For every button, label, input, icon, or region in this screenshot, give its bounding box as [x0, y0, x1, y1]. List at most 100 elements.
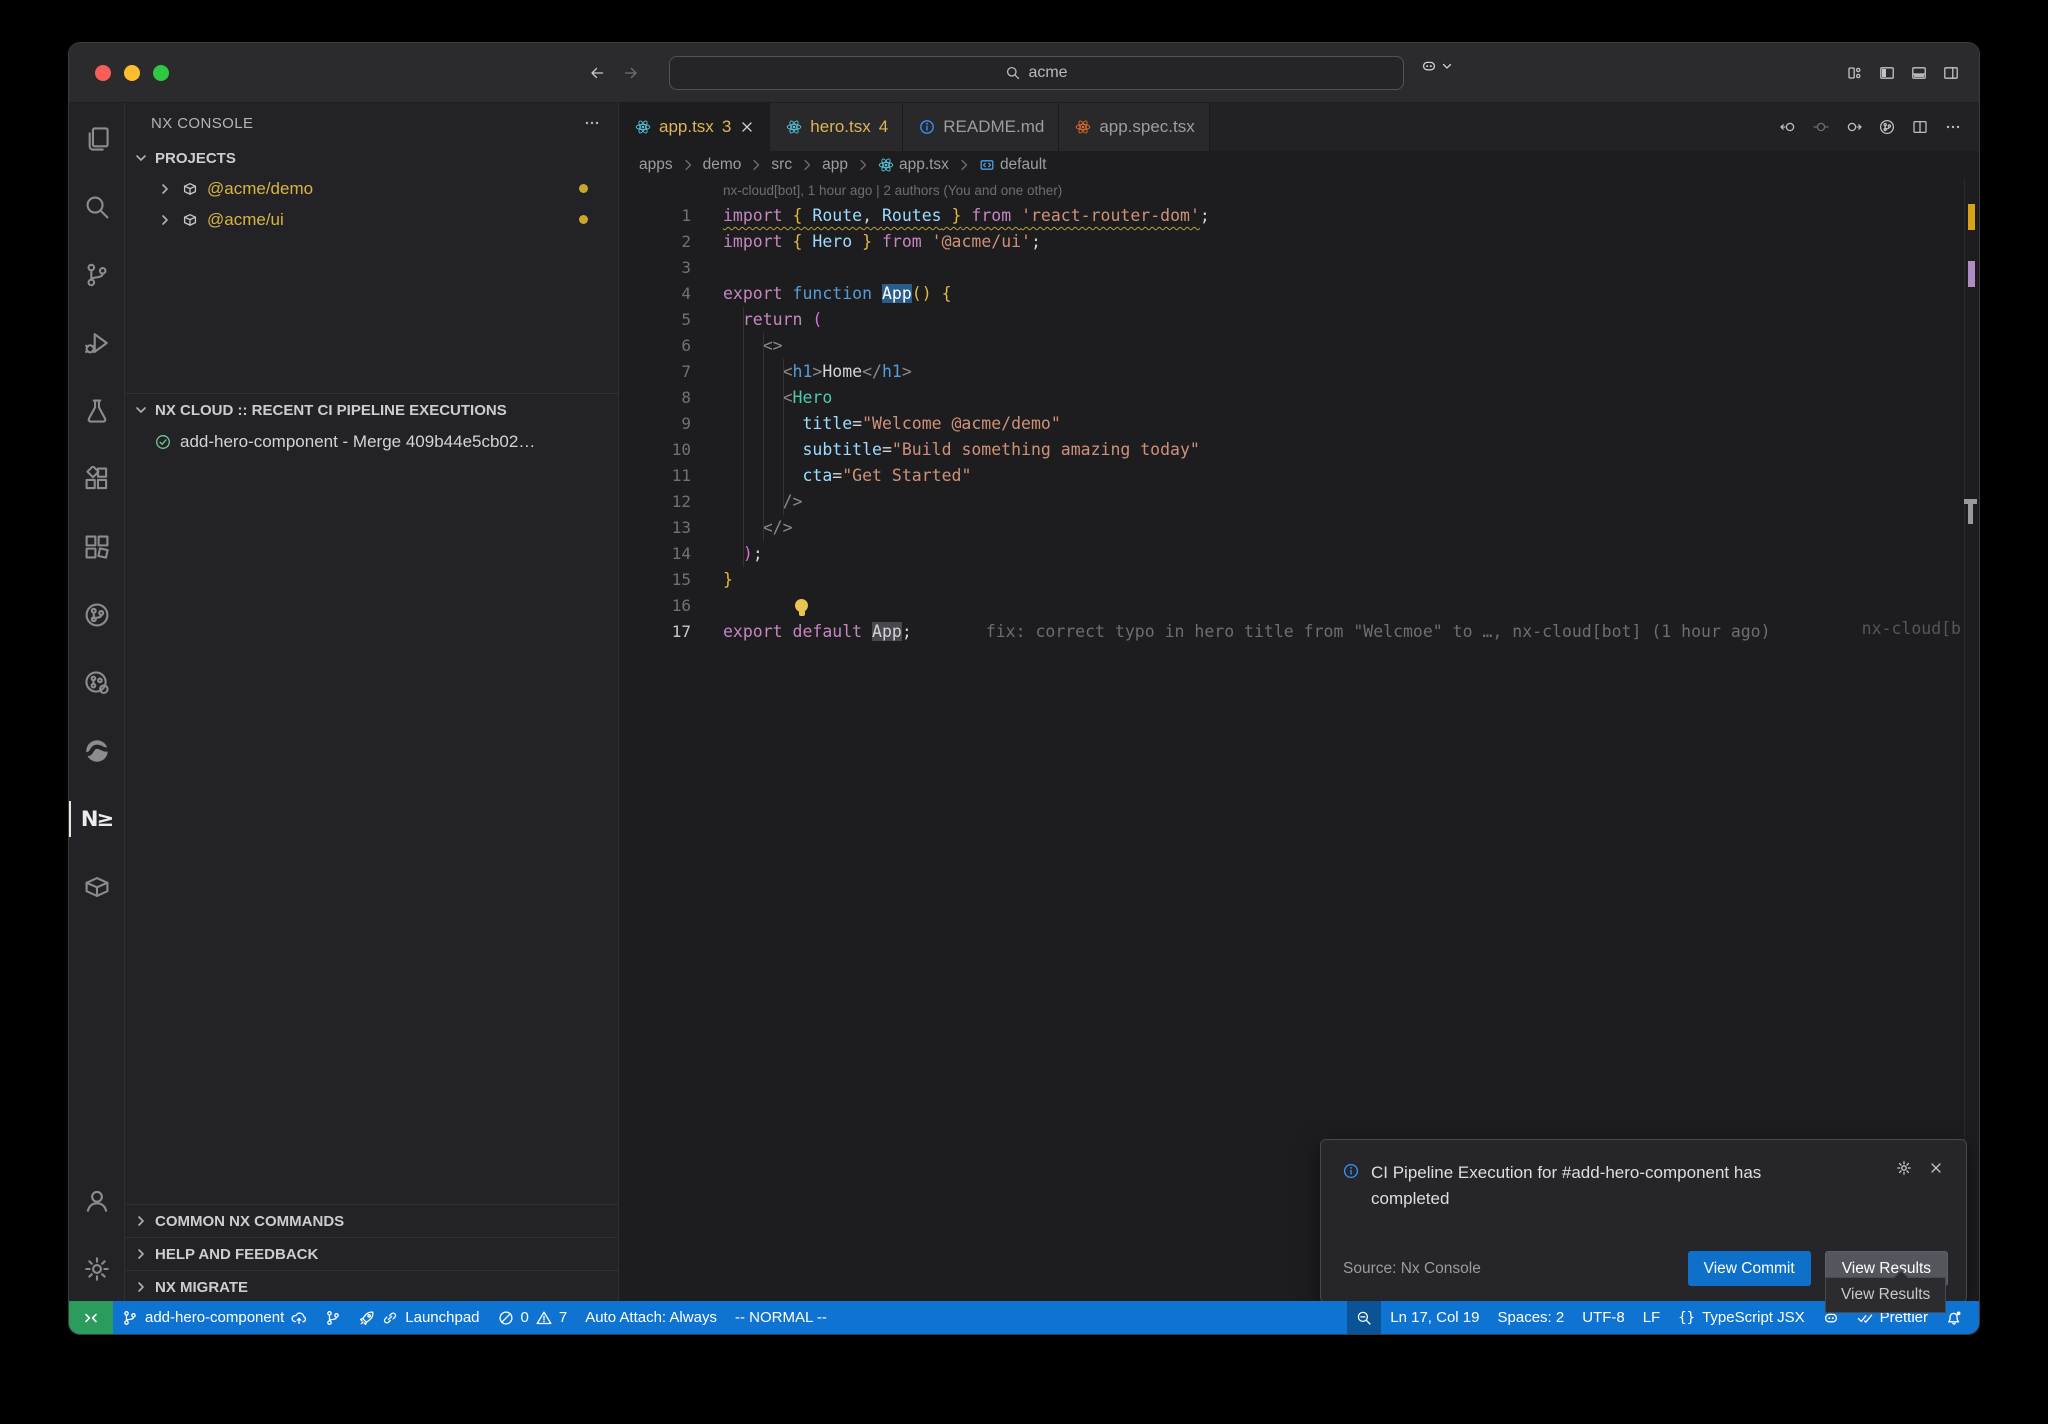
pipeline-execution-item[interactable]: add-hero-component - Merge 409b44e5cb02…: [125, 426, 618, 457]
section-nx-migrate[interactable]: NX MIGRATE: [125, 1270, 618, 1303]
tab-README.md[interactable]: README.md: [903, 103, 1059, 151]
status-encoding[interactable]: UTF-8: [1573, 1301, 1634, 1334]
section-nx-cloud[interactable]: NX CLOUD :: RECENT CI PIPELINE EXECUTION…: [125, 393, 618, 426]
split-editor-icon[interactable]: [1912, 119, 1928, 135]
activity-item-search[interactable]: [69, 173, 125, 241]
project-item[interactable]: @acme/demo: [125, 173, 618, 204]
breadcrumb-item[interactable]: app: [822, 156, 848, 174]
activity-item-gitlens-inspect[interactable]: [69, 649, 125, 717]
tab-close-icon[interactable]: [739, 119, 755, 135]
status-auto-attach[interactable]: Auto Attach: Always: [576, 1301, 726, 1334]
activity-item-nx-console[interactable]: N≥: [69, 785, 125, 853]
activity-item-explorer[interactable]: [69, 105, 125, 173]
code-line-14[interactable]: 14 );: [619, 541, 1979, 567]
status-cursor-position[interactable]: Ln 17, Col 19: [1381, 1301, 1488, 1334]
activity-item-source-control[interactable]: [69, 241, 125, 309]
status-label: add-hero-component: [145, 1309, 284, 1326]
copilot-icon: [1421, 58, 1437, 74]
chevron-right-icon: [157, 212, 173, 228]
close-window-button[interactable]: [95, 65, 111, 81]
status-git-branch[interactable]: add-hero-component: [113, 1301, 316, 1334]
sidebar-title: NX CONSOLE: [151, 115, 253, 132]
previous-change-icon[interactable]: [1780, 119, 1796, 135]
status-indentation[interactable]: Spaces: 2: [1489, 1301, 1574, 1334]
code-line-16[interactable]: 16: [619, 593, 1979, 619]
status-label: Launchpad: [405, 1309, 479, 1326]
breadcrumb-item[interactable]: apps: [639, 156, 673, 174]
notification-settings-gear-icon[interactable]: [1896, 1160, 1912, 1211]
overview-ruler[interactable]: [1964, 179, 1979, 1303]
more-icon[interactable]: [1945, 119, 1961, 135]
tab-hero.tsx[interactable]: hero.tsx4: [770, 103, 903, 151]
section-projects[interactable]: PROJECTS: [125, 143, 618, 173]
code-line-7[interactable]: 7 <h1>Home</h1>: [619, 359, 1979, 385]
notification-close-icon[interactable]: [1928, 1160, 1944, 1211]
code-line-8[interactable]: 8 <Hero: [619, 385, 1979, 411]
more-actions-icon[interactable]: [584, 115, 600, 131]
code-line-13[interactable]: 13 </>: [619, 515, 1979, 541]
chevron-right-icon: [133, 1279, 149, 1295]
status-problems[interactable]: 07: [489, 1301, 577, 1334]
breadcrumb-item[interactable]: demo: [703, 156, 742, 174]
status-launchpad[interactable]: Launchpad: [350, 1301, 488, 1334]
line-number: 6: [619, 333, 691, 359]
status-remote-indicator[interactable]: [69, 1301, 113, 1334]
tab-app.spec.tsx[interactable]: app.spec.tsx: [1059, 103, 1209, 151]
activity-item-containers[interactable]: [69, 853, 125, 921]
next-change-icon[interactable]: [1846, 119, 1862, 135]
code-line-5[interactable]: 5 return (: [619, 307, 1979, 333]
activity-item-git-graph[interactable]: [69, 581, 125, 649]
section-help-and-feedback[interactable]: HELP AND FEEDBACK: [125, 1237, 618, 1270]
code-line-17[interactable]: 17export default App;fix: correct typo i…: [619, 619, 1979, 645]
code-line-1[interactable]: 1import { Route, Routes } from 'react-ro…: [619, 203, 1979, 229]
code-line-2[interactable]: 2import { Hero } from '@acme/ui';: [619, 229, 1979, 255]
forward-icon[interactable]: [623, 65, 639, 81]
toggle-panel-icon[interactable]: [1911, 65, 1927, 81]
code-line-4[interactable]: 4export function App() {: [619, 281, 1979, 307]
section-common-nx-commands[interactable]: COMMON NX COMMANDS: [125, 1204, 618, 1237]
status-zoom-indicator[interactable]: [1347, 1301, 1381, 1334]
git-blame-codelens[interactable]: nx-cloud[bot], 1 hour ago | 2 authors (Y…: [619, 179, 1979, 203]
customize-layout-icon[interactable]: [1847, 65, 1863, 81]
toggle-primary-sidebar-icon[interactable]: [1879, 65, 1895, 81]
activity-item-settings[interactable]: [69, 1235, 125, 1303]
breadcrumb-symbol[interactable]: default: [979, 156, 1047, 174]
breadcrumb-file[interactable]: app.tsx: [878, 156, 949, 174]
command-center-search[interactable]: acme: [669, 56, 1404, 90]
tab-app.tsx[interactable]: app.tsx3: [619, 103, 770, 151]
status-eol[interactable]: LF: [1634, 1301, 1670, 1334]
code-line-6[interactable]: 6 <>: [619, 333, 1979, 359]
center-change-icon[interactable]: [1813, 119, 1829, 135]
activity-item-edge-browser[interactable]: [69, 717, 125, 785]
view-commit-button[interactable]: View Commit: [1688, 1251, 1811, 1286]
zoom-window-button[interactable]: [153, 65, 169, 81]
lightbulb-icon[interactable]: [795, 599, 808, 612]
code-line-3[interactable]: 3: [619, 255, 1979, 281]
activity-item-testing[interactable]: [69, 377, 125, 445]
code-line-11[interactable]: 11 cta="Get Started": [619, 463, 1979, 489]
toggle-secondary-sidebar-icon[interactable]: [1943, 65, 1959, 81]
breadcrumb[interactable]: apps demo src app app.tsx default: [619, 151, 1979, 179]
git-graph-icon[interactable]: [1879, 119, 1895, 135]
back-icon[interactable]: [589, 65, 605, 81]
status-scm-action[interactable]: [316, 1301, 350, 1334]
status-language-mode[interactable]: {}TypeScript JSX: [1669, 1301, 1813, 1334]
activity-item-accounts[interactable]: [69, 1167, 125, 1235]
activity-item-nx-project-graph[interactable]: [69, 513, 125, 581]
git-branch-icon: [84, 262, 110, 288]
code-line-10[interactable]: 10 subtitle="Build something amazing tod…: [619, 437, 1979, 463]
activity-item-extensions[interactable]: [69, 445, 125, 513]
code-line-15[interactable]: 15}: [619, 567, 1979, 593]
code-editor[interactable]: nx-cloud[bot], 1 hour ago | 2 authors (Y…: [619, 179, 1979, 1303]
minimize-window-button[interactable]: [124, 65, 140, 81]
line-number: 16: [619, 593, 691, 619]
copilot-menu-button[interactable]: [1421, 58, 1455, 74]
code-line-9[interactable]: 9 title="Welcome @acme/demo": [619, 411, 1979, 437]
code-line-12[interactable]: 12 />: [619, 489, 1979, 515]
activity-item-run-and-debug[interactable]: [69, 309, 125, 377]
zoom-out-icon: [1356, 1310, 1372, 1326]
status-vim-mode[interactable]: -- NORMAL --: [726, 1301, 836, 1334]
breadcrumb-item[interactable]: src: [771, 156, 792, 174]
sidebar-nx-console: NX CONSOLE PROJECTS @acme/demo@acme/ui N…: [125, 103, 619, 1303]
project-item[interactable]: @acme/ui: [125, 204, 618, 235]
